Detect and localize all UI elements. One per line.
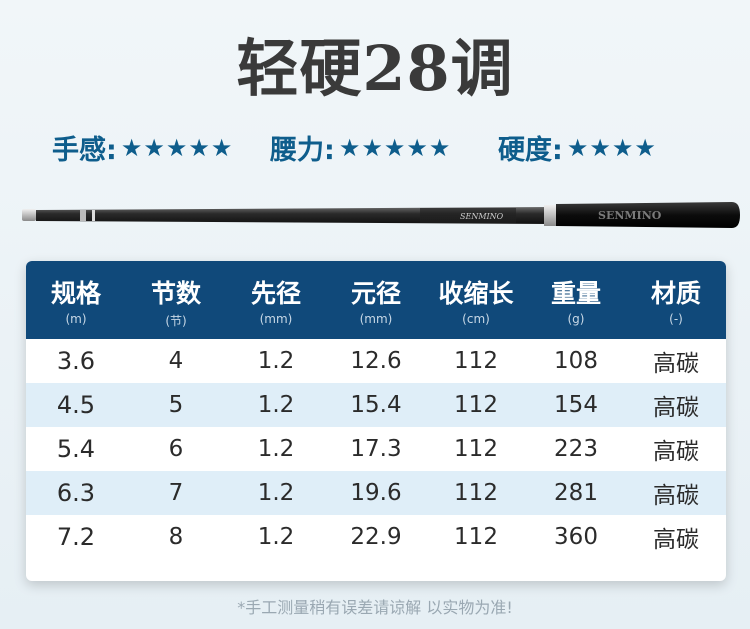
column-header: 重量 (g) (526, 261, 626, 339)
fishing-rod-icon: SENMINO SENMINO (22, 202, 740, 228)
header-label: 元径 (350, 279, 401, 308)
table-row: 5.4 6 1.2 17.3 112 223 高碳 (26, 427, 726, 471)
star-rating-icon: ★★★★★ (338, 133, 452, 162)
header-label: 材质 (650, 279, 701, 308)
rating-feel: 手感: ★★★★★ (52, 128, 233, 167)
star-rating-icon: ★★★★★ (120, 133, 234, 162)
ratings-bar: 手感: ★★★★★ 腰力: ★★★★★ 硬度: ★★★★ (0, 128, 750, 167)
table-cell: 223 (554, 436, 598, 462)
table-cell: 8 (168, 524, 184, 550)
table-cell: 3.6 (56, 347, 96, 375)
rating-label: 腰力: (270, 135, 335, 166)
header-unit: (mm) (359, 312, 393, 326)
rating-label: 手感: (52, 135, 117, 166)
column-header: 收缩长 (cm) (426, 261, 526, 339)
table-cell: 154 (554, 392, 598, 418)
table-cell: 5.4 (56, 435, 96, 463)
table-cell: 6 (168, 436, 184, 462)
header-unit: (-) (669, 312, 683, 326)
table-cell: 高碳 (653, 351, 699, 377)
table-cell: 281 (554, 480, 598, 506)
table-cell: 112 (454, 480, 498, 506)
page-title: 轻硬28调 (236, 32, 514, 105)
column-header: 节数 (节) (126, 261, 226, 339)
table-cell: 108 (554, 348, 598, 374)
header-unit: (g) (567, 312, 585, 326)
table-cell: 112 (454, 392, 498, 418)
table-cell: 112 (454, 436, 498, 462)
table-row: 7.2 8 1.2 22.9 112 360 高碳 (26, 515, 726, 559)
table-cell: 12.6 (350, 348, 402, 374)
table-row: 3.6 4 1.2 12.6 112 108 高碳 (26, 339, 726, 383)
header-label: 重量 (550, 279, 601, 308)
column-header: 规格 (m) (26, 261, 126, 339)
table-cell: 4.5 (56, 391, 96, 419)
header-unit: (节) (165, 314, 187, 328)
rod-handle-brand: SENMINO (598, 209, 662, 222)
table-row: 6.3 7 1.2 19.6 112 281 高碳 (26, 471, 726, 515)
table-cell: 19.6 (350, 480, 402, 506)
header-label: 节数 (150, 279, 201, 308)
table-cell: 22.9 (350, 524, 402, 550)
table-cell: 6.3 (56, 479, 96, 507)
table-cell: 1.2 (257, 480, 295, 506)
disclaimer-note: *手工测量稍有误差请谅解 以实物为准! (237, 598, 513, 617)
table-cell: 1.2 (257, 524, 295, 550)
header-label: 先径 (250, 279, 301, 308)
table-cell: 7 (168, 480, 184, 506)
table-row: 4.5 5 1.2 15.4 112 154 高碳 (26, 383, 726, 427)
column-header: 先径 (mm) (226, 261, 326, 339)
table-cell: 360 (554, 524, 598, 550)
table-cell: 112 (454, 524, 498, 550)
header-unit: (mm) (259, 312, 293, 326)
column-header: 元径 (mm) (326, 261, 426, 339)
table-cell: 1.2 (257, 392, 295, 418)
star-rating-icon: ★★★★ (566, 133, 657, 162)
header-label: 收缩长 (438, 279, 514, 308)
table-cell: 高碳 (653, 483, 699, 509)
fishing-rod-image: SENMINO SENMINO (20, 196, 742, 236)
table-cell: 1.2 (257, 436, 295, 462)
rating-waist-power: 腰力: ★★★★★ (270, 128, 451, 167)
header-unit: (cm) (462, 312, 490, 326)
table-cell: 高碳 (653, 439, 699, 465)
table-cell: 4 (168, 348, 184, 374)
header-label: 规格 (50, 279, 101, 308)
table-cell: 1.2 (257, 348, 295, 374)
table-cell: 5 (168, 392, 184, 418)
table-cell: 112 (454, 348, 498, 374)
column-header: 材质 (-) (626, 261, 726, 339)
table-cell: 高碳 (653, 395, 699, 421)
rating-hardness: 硬度: ★★★★ (498, 128, 657, 167)
table-cell: 高碳 (653, 527, 699, 553)
header-unit: (m) (65, 312, 87, 326)
table-cell: 7.2 (56, 523, 96, 551)
table-cell: 15.4 (350, 392, 402, 418)
table-cell: 17.3 (350, 436, 402, 462)
spec-table: 规格 (m) 节数 (节) 先径 (mm) 元径 (mm) 收缩长 (cm) 重量 (g) … (26, 261, 726, 581)
rod-blank-brand: SENMINO (460, 212, 504, 221)
rating-label: 硬度: (498, 135, 563, 166)
table-header: 规格 (m) 节数 (节) 先径 (mm) 元径 (mm) 收缩长 (cm) 重量 (g) … (26, 261, 726, 339)
